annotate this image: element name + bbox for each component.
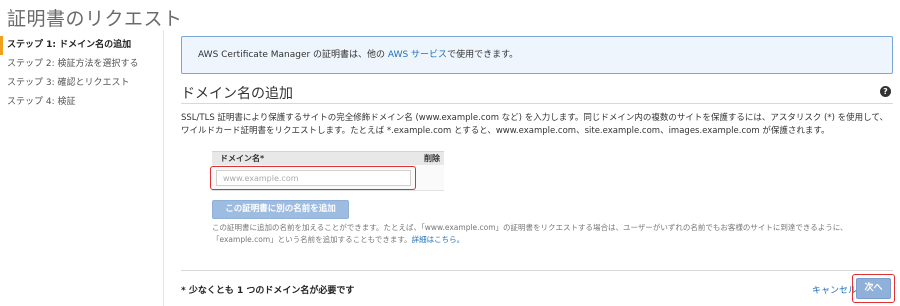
learn-more-link[interactable]: 詳細はこちら。: [412, 235, 465, 244]
info-text-prefix: AWS Certificate Manager の証明書は、他の: [198, 50, 388, 60]
column-domain-name: ドメイン名*: [220, 154, 265, 163]
note-text: この証明書に追加の名前を加えることができます。たとえば、「www.example…: [212, 223, 848, 244]
divider-top: [181, 103, 893, 104]
divider-vertical: [163, 30, 164, 306]
domain-table-row: [212, 165, 444, 191]
domain-table: ドメイン名* 削除: [212, 151, 444, 191]
step-4[interactable]: ステップ 4: 検証: [0, 93, 160, 112]
next-button[interactable]: 次へ: [856, 278, 891, 299]
step-2[interactable]: ステップ 2: 検証方法を選択する: [0, 55, 160, 74]
column-delete: 削除: [424, 154, 440, 163]
required-note: * 少なくとも 1 つのドメイン名が必要です: [181, 286, 355, 296]
info-text-suffix: で使用できます。: [447, 50, 519, 60]
step-3[interactable]: ステップ 3: 確認とリクエスト: [0, 74, 160, 93]
domain-name-input[interactable]: [216, 170, 411, 186]
aws-services-link[interactable]: AWS サービス: [388, 50, 447, 60]
section-description: SSL/TLS 証明書により保護するサイトの完全修飾ドメイン名 (www.exa…: [181, 113, 888, 136]
add-another-name-button[interactable]: この証明書に別の名前を追加: [212, 200, 349, 219]
cancel-link[interactable]: キャンセル: [812, 283, 857, 296]
step-1[interactable]: ステップ 1: ドメイン名の追加: [0, 36, 160, 55]
page-title: 証明書のリクエスト: [7, 8, 183, 30]
section-title: ドメイン名の追加: [181, 86, 293, 102]
help-icon[interactable]: ?: [880, 86, 891, 97]
step-list: ステップ 1: ドメイン名の追加 ステップ 2: 検証方法を選択する ステップ …: [0, 36, 160, 112]
domain-table-header: ドメイン名* 削除: [212, 151, 444, 165]
additional-names-note: この証明書に追加の名前を加えることができます。たとえば、「www.example…: [212, 222, 892, 246]
divider-bottom: [181, 270, 893, 271]
info-banner: AWS Certificate Manager の証明書は、他の AWS サービ…: [181, 36, 893, 74]
